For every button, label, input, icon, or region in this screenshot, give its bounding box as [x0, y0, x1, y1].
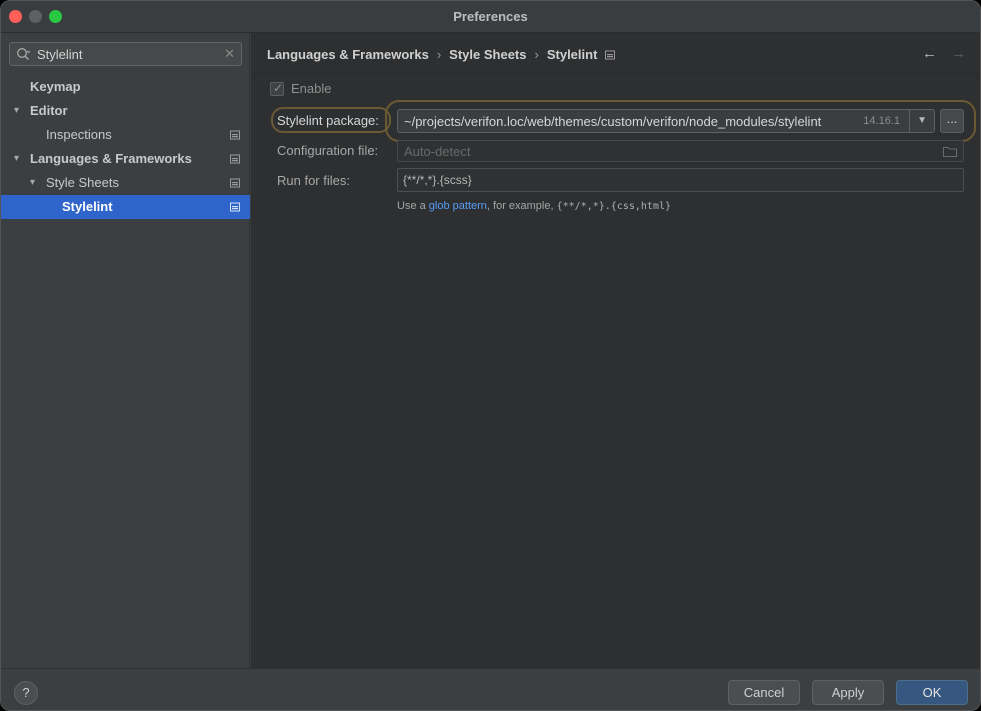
enable-label: Enable: [291, 81, 332, 96]
glob-hint: Use a glob pattern, for example, {**/*,*…: [397, 200, 671, 212]
chevron-down-icon[interactable]: ▾: [14, 99, 24, 123]
tree-item-keymap[interactable]: Keymap: [1, 75, 250, 99]
breadcrumb-separator: ›: [436, 47, 442, 62]
hint-prefix: Use a: [397, 200, 429, 212]
settings-search-input[interactable]: [37, 45, 222, 63]
help-button[interactable]: ?: [14, 681, 38, 705]
stylelint-package-label: Stylelint package:: [277, 113, 379, 128]
tree-item-label: Editor: [30, 103, 68, 118]
clear-search-icon[interactable]: ✕: [224, 46, 235, 62]
settings-sidebar: ✕ Keymap ▾ Editor Inspections ▾ Language…: [1, 33, 250, 668]
hint-middle: , for example,: [486, 200, 557, 212]
settings-content: Languages & Frameworks › Style Sheets › Styl…: [251, 33, 980, 668]
stylelint-package-version: 14.16.1: [863, 115, 900, 127]
project-settings-icon: [605, 50, 616, 60]
search-icon: [17, 48, 30, 60]
tree-item-inspections[interactable]: Inspections: [1, 123, 250, 147]
chevron-down-icon[interactable]: ▾: [30, 171, 40, 195]
glob-pattern-link[interactable]: glob pattern: [429, 200, 487, 212]
checkmark-icon: ✓: [273, 81, 284, 95]
header-divider: [251, 73, 980, 74]
chevron-down-icon[interactable]: ▾: [14, 147, 24, 171]
configuration-file-label: Configuration file:: [277, 143, 379, 158]
folder-icon[interactable]: [943, 146, 957, 157]
tree-item-editor[interactable]: ▾ Editor: [1, 99, 250, 123]
dropdown-arrow-icon[interactable]: ▼: [917, 115, 927, 126]
combobox-divider: [909, 110, 910, 132]
stylelint-package-combobox[interactable]: ~/projects/verifon.loc/web/themes/custom…: [397, 109, 935, 133]
forward-arrow-icon[interactable]: →: [951, 45, 966, 62]
project-settings-icon: [230, 154, 240, 164]
tree-item-label: Inspections: [46, 127, 112, 142]
tree-item-label: Languages & Frameworks: [30, 151, 192, 166]
browse-package-button[interactable]: ...: [940, 109, 964, 133]
dialog-footer: ? Cancel Apply OK: [1, 668, 980, 710]
history-navigation: ← →: [922, 45, 966, 63]
tree-item-label: Keymap: [30, 79, 81, 94]
tree-item-languages-frameworks[interactable]: ▾ Languages & Frameworks: [1, 147, 250, 171]
back-arrow-icon[interactable]: ←: [922, 45, 937, 62]
breadcrumb-item[interactable]: Languages & Frameworks: [267, 47, 429, 62]
window-title: Preferences: [453, 9, 528, 24]
cancel-button[interactable]: Cancel: [728, 680, 800, 705]
tree-item-label: Style Sheets: [46, 175, 119, 190]
breadcrumb-item[interactable]: Style Sheets: [449, 47, 526, 62]
preferences-window: Preferences ✕ Keymap ▾ Editor Inspection…: [0, 0, 981, 711]
project-settings-icon: [230, 130, 240, 140]
breadcrumb-item-current: Stylelint: [546, 47, 598, 62]
enable-checkbox[interactable]: ✓: [270, 81, 284, 96]
tree-item-style-sheets[interactable]: ▾ Style Sheets: [1, 171, 250, 195]
tree-item-label: Stylelint: [62, 199, 113, 214]
hint-example: {**/*,*}.{css,html}: [556, 201, 671, 212]
breadcrumb: Languages & Frameworks › Style Sheets › Styl…: [267, 47, 616, 65]
title-bar: Preferences: [1, 1, 980, 33]
configuration-file-placeholder: Auto-detect: [404, 144, 471, 159]
ok-button[interactable]: OK: [896, 680, 968, 705]
stylelint-package-path: ~/projects/verifon.loc/web/themes/custom…: [404, 114, 822, 129]
breadcrumb-separator: ›: [534, 47, 539, 62]
tree-item-stylelint[interactable]: Stylelint: [1, 195, 250, 219]
settings-search[interactable]: ✕: [9, 42, 242, 66]
project-settings-icon: [230, 202, 240, 212]
project-settings-icon: [230, 178, 240, 188]
run-for-files-input[interactable]: [403, 172, 953, 188]
run-for-files-label: Run for files:: [277, 173, 350, 188]
run-for-files-field[interactable]: [397, 168, 964, 192]
settings-tree: Keymap ▾ Editor Inspections ▾ Languages …: [1, 75, 250, 219]
configuration-file-field[interactable]: Auto-detect: [397, 140, 964, 162]
apply-button[interactable]: Apply: [812, 680, 884, 705]
